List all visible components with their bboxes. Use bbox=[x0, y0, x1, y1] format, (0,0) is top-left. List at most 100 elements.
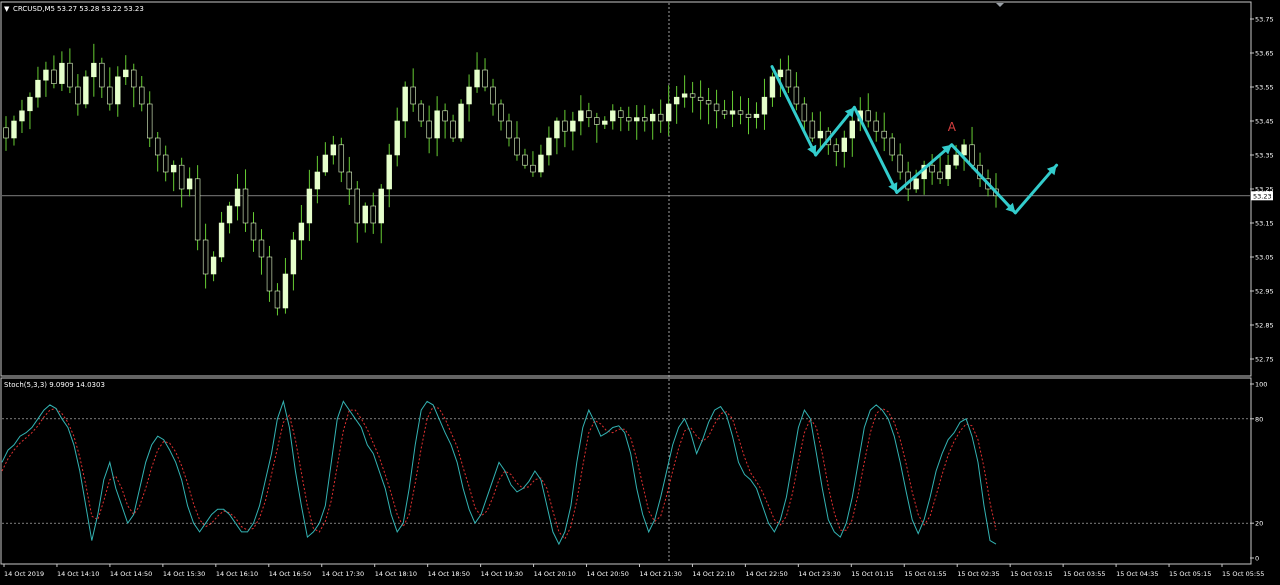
candle-body bbox=[961, 144, 967, 156]
candle-body bbox=[602, 120, 608, 125]
candle-body bbox=[338, 144, 345, 173]
time-tick-label: 14 Oct 14:10 bbox=[57, 570, 99, 578]
candle-body bbox=[618, 110, 624, 118]
candle-body bbox=[665, 103, 672, 122]
time-tick-label: 14 Oct 16:50 bbox=[269, 570, 311, 578]
candle-body bbox=[785, 69, 792, 88]
candle-body bbox=[67, 62, 73, 88]
price-tick-label: 53.45 bbox=[1255, 118, 1274, 126]
candle-body bbox=[929, 164, 935, 173]
candle-body bbox=[202, 239, 209, 275]
price-tick-label: 52.85 bbox=[1255, 322, 1274, 330]
candle-body bbox=[410, 86, 416, 105]
candle-body bbox=[673, 96, 680, 105]
candle-body bbox=[713, 103, 720, 112]
price-tick-label: 53.55 bbox=[1255, 84, 1274, 92]
candle-body bbox=[793, 86, 800, 105]
candle-body bbox=[178, 164, 185, 190]
candle-body bbox=[530, 164, 536, 173]
current-price-label: 53.23 bbox=[1253, 192, 1272, 200]
candle-body bbox=[865, 110, 871, 122]
candle-body bbox=[498, 103, 504, 122]
candle-body bbox=[889, 137, 895, 156]
candle-body bbox=[833, 144, 840, 152]
menu-glyph-icon[interactable]: ▼ bbox=[4, 5, 10, 13]
candle-body bbox=[777, 69, 784, 78]
candle-body bbox=[234, 188, 241, 207]
candle-body bbox=[139, 86, 145, 105]
candle-body bbox=[210, 256, 217, 275]
chart-window[interactable]: ▼ CRCUSD,M5 53.27 53.28 53.22 53.23 Stoc… bbox=[0, 0, 1280, 581]
candle-body bbox=[250, 222, 257, 241]
time-tick-label: 15 Oct 03:15 bbox=[1010, 570, 1052, 578]
time-tick-label: 14 Oct 2019 bbox=[4, 570, 44, 578]
time-tick-label: 14 Oct 19:30 bbox=[481, 570, 523, 578]
candle-body bbox=[897, 154, 903, 173]
candle-body bbox=[729, 110, 736, 115]
candle-body bbox=[482, 69, 488, 88]
time-tick-label: 14 Oct 14:50 bbox=[110, 570, 152, 578]
candle-body bbox=[913, 178, 919, 190]
candle-body bbox=[578, 110, 584, 122]
time-tick-label: 14 Oct 16:10 bbox=[216, 570, 258, 578]
candle-body bbox=[147, 103, 153, 139]
candle-body bbox=[274, 290, 281, 309]
candle-body bbox=[610, 110, 616, 122]
candle-body bbox=[626, 117, 632, 122]
price-tick-label: 52.75 bbox=[1255, 356, 1274, 364]
candle-body bbox=[737, 110, 744, 115]
candle-body bbox=[634, 117, 640, 122]
ohlc-label: 53.27 53.28 53.22 53.23 bbox=[57, 5, 144, 13]
candle-body bbox=[945, 164, 951, 180]
candle-body bbox=[370, 205, 376, 224]
candle-body bbox=[873, 120, 879, 132]
candle-body bbox=[586, 110, 592, 118]
candle-body bbox=[27, 96, 33, 112]
candle-body bbox=[418, 103, 424, 122]
candle-body bbox=[186, 178, 193, 190]
candle-body bbox=[817, 130, 824, 139]
candle-body bbox=[306, 188, 313, 224]
candle-body bbox=[681, 93, 688, 98]
time-tick-label: 15 Oct 02:35 bbox=[957, 570, 999, 578]
stoch-tick-label: 80 bbox=[1255, 415, 1263, 423]
candle-body bbox=[330, 144, 337, 156]
candle-body bbox=[83, 76, 89, 105]
candle-body bbox=[761, 96, 768, 115]
candle-body bbox=[642, 117, 648, 122]
candle-body bbox=[162, 154, 169, 173]
time-tick-label: 14 Oct 22:10 bbox=[692, 570, 734, 578]
candle-body bbox=[194, 178, 201, 241]
candle-body bbox=[322, 154, 329, 173]
stoch-title: Stoch(5,3,3) 9.0909 14.0303 bbox=[4, 381, 105, 389]
candle-body bbox=[107, 86, 113, 105]
candle-body bbox=[594, 117, 600, 125]
time-tick-label: 15 Oct 01:55 bbox=[904, 570, 946, 578]
price-tick-label: 53.15 bbox=[1255, 220, 1274, 228]
candle-body bbox=[314, 171, 321, 190]
candle-body bbox=[354, 188, 360, 224]
candle-body bbox=[841, 137, 848, 152]
candle-body bbox=[242, 188, 249, 224]
chart-background bbox=[0, 0, 1280, 581]
candle-body bbox=[43, 69, 49, 81]
candle-body bbox=[801, 103, 808, 122]
candle-body bbox=[258, 239, 265, 258]
candle-body bbox=[290, 239, 297, 275]
candle-body bbox=[99, 62, 105, 88]
symbol-label: CRCUSD,M5 bbox=[13, 5, 55, 13]
candle-body bbox=[3, 127, 9, 139]
candle-body bbox=[123, 69, 129, 78]
candle-body bbox=[538, 154, 544, 173]
time-tick-label: 14 Oct 21:30 bbox=[639, 570, 681, 578]
price-tick-label: 52.95 bbox=[1255, 288, 1274, 296]
time-tick-label: 14 Oct 20:50 bbox=[587, 570, 629, 578]
candle-body bbox=[218, 222, 225, 258]
price-tick-label: 53.65 bbox=[1255, 50, 1274, 58]
candle-body bbox=[458, 103, 464, 139]
candle-body bbox=[657, 113, 664, 122]
candle-body bbox=[514, 137, 520, 156]
price-chart-svg[interactable]: ▼ CRCUSD,M5 53.27 53.28 53.22 53.23 Stoc… bbox=[0, 0, 1280, 581]
time-tick-label: 15 Oct 01:15 bbox=[851, 570, 893, 578]
candle-body bbox=[649, 113, 656, 122]
